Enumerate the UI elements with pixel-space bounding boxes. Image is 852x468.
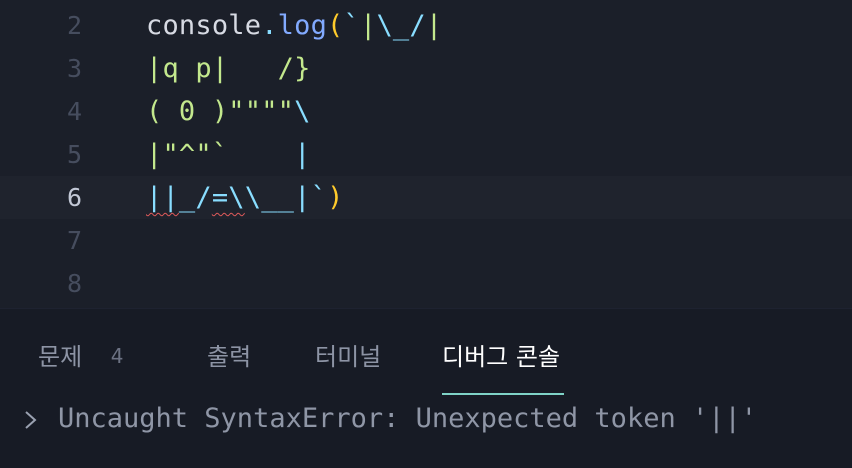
- code-token: |"^"`: [146, 139, 229, 170]
- chevron-right-icon[interactable]: [22, 409, 40, 431]
- code-token: \__|: [244, 182, 311, 213]
- editor-line[interactable]: 4 ( 0 )""""\: [0, 90, 852, 133]
- code-token: _/: [178, 182, 212, 213]
- code-token: |: [228, 139, 311, 170]
- editor-line[interactable]: 7: [0, 219, 852, 262]
- syntax-error-token: =\: [211, 182, 245, 213]
- debug-console-output[interactable]: Uncaught SyntaxError: Unexpected token '…: [0, 395, 852, 468]
- line-number: 3: [66, 54, 82, 83]
- code-token: (: [327, 10, 344, 41]
- line-number: 4: [66, 97, 82, 126]
- code-editor[interactable]: 2 console.log(`|\_/| 3 |q p| /} 4( 0 )""""\ 5…: [0, 0, 852, 308]
- problems-count-badge: 4: [110, 344, 124, 368]
- tab-label: 디버그 콘솔: [442, 343, 561, 371]
- line-number: 5: [66, 140, 82, 169]
- editor-line[interactable]: 8: [0, 262, 852, 305]
- editor-line[interactable]: 6 ||_/=\\__|`): [0, 176, 852, 219]
- code-token: console: [146, 10, 262, 41]
- tab-label: 출력: [207, 343, 252, 371]
- tab-output[interactable]: 출력: [207, 339, 251, 395]
- tab-problems[interactable]: 문제 4: [38, 339, 130, 395]
- tab-terminal[interactable]: 터미널: [315, 339, 381, 395]
- code-token: |: [425, 10, 443, 41]
- line-number: 2: [66, 11, 82, 40]
- editor-line[interactable]: 2 console.log(`|\_/|: [0, 4, 852, 47]
- line-number: 6: [66, 183, 82, 212]
- editor-line[interactable]: 5 |"^"` |: [0, 133, 852, 176]
- tab-label: 문제: [38, 343, 83, 371]
- code-token: `: [310, 182, 328, 213]
- syntax-error-token: ||: [146, 182, 179, 213]
- vscode-window: 2 console.log(`|\_/| 3 |q p| /} 4( 0 )""""\ 5…: [0, 0, 852, 468]
- line-number: 8: [66, 269, 82, 298]
- code-token: \: [294, 96, 311, 127]
- panel-tabs: 문제 4 출력 터미널 디버그 콘솔: [0, 309, 852, 395]
- code-token: |q p| /}: [146, 53, 311, 84]
- tab-debug-console[interactable]: 디버그 콘솔: [442, 339, 565, 395]
- console-error-message: Uncaught SyntaxError: Unexpected token '…: [58, 403, 757, 434]
- editor-line[interactable]: 3 |q p| /}: [0, 47, 852, 90]
- line-number: 7: [66, 226, 82, 255]
- code-token: ( 0 )"""": [146, 96, 295, 127]
- code-token: .: [261, 10, 278, 41]
- tab-label: 터미널: [315, 343, 382, 371]
- code-token: `: [343, 10, 360, 41]
- line-code[interactable]: |q p| /}: [146, 54, 311, 84]
- line-code[interactable]: ( 0 )""""\: [146, 97, 311, 127]
- code-token: log: [277, 10, 328, 41]
- code-token: \_/: [376, 10, 426, 41]
- code-token: ): [327, 182, 344, 213]
- code-token: |: [359, 10, 377, 41]
- bottom-panel: 문제 4 출력 터미널 디버그 콘솔 Uncaught SyntaxError:…: [0, 308, 852, 468]
- line-code[interactable]: |"^"` |: [146, 140, 311, 170]
- line-code[interactable]: ||_/=\\__|`): [146, 183, 344, 213]
- line-code[interactable]: console.log(`|\_/|: [146, 11, 442, 41]
